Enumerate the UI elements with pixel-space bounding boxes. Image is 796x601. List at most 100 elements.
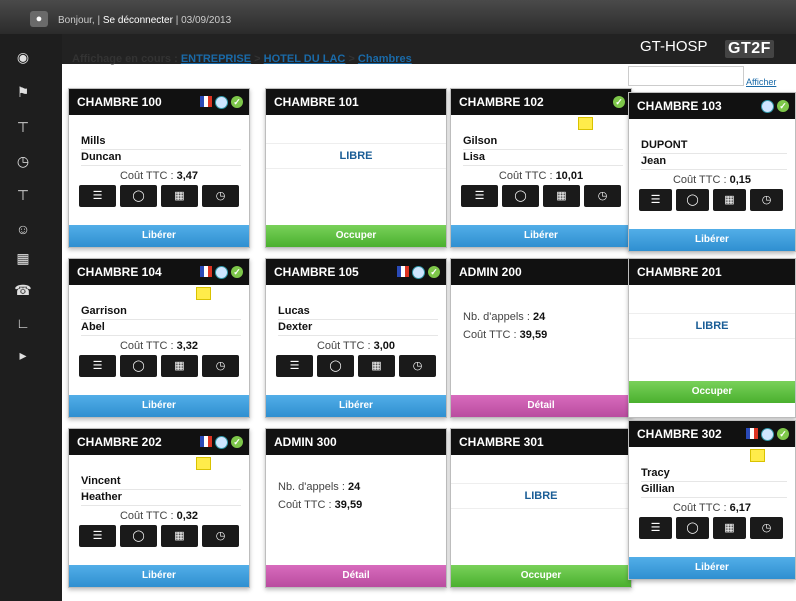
occuper-button[interactable]: Occuper bbox=[451, 565, 631, 587]
coins-icon[interactable]: ◯ bbox=[676, 189, 709, 211]
liberer-button[interactable]: Libérer bbox=[629, 229, 795, 251]
flag-icon bbox=[200, 96, 212, 107]
list-icon[interactable]: ☰ bbox=[276, 355, 313, 377]
check-icon: ✓ bbox=[613, 96, 625, 108]
calendar-icon[interactable]: ▦ bbox=[161, 355, 198, 377]
clock-icon[interactable]: ◷ bbox=[202, 185, 239, 207]
greeting: Bonjour, bbox=[58, 15, 95, 26]
guest-first-name: Duncan bbox=[81, 151, 241, 166]
alarm-icon bbox=[412, 266, 425, 279]
coins-icon[interactable]: ◯ bbox=[317, 355, 354, 377]
room-card-202: CHAMBRE 202 ✓ Vincent Heather Coût TTC :… bbox=[68, 428, 250, 588]
logout-link[interactable]: Se déconnecter bbox=[103, 15, 173, 26]
arrow-icon[interactable]: ▸ bbox=[10, 344, 36, 366]
detail-button[interactable]: Détail bbox=[451, 395, 631, 417]
room-card-201: CHAMBRE 201 LIBRE Occuper bbox=[628, 258, 796, 418]
clock-icon[interactable]: ◷ bbox=[10, 150, 36, 172]
calendar-icon[interactable]: ▦ bbox=[161, 185, 198, 207]
room-card-102: CHAMBRE 102 ✓ Gilson Lisa Coût TTC : 10,… bbox=[450, 88, 632, 248]
cost-line: Coût TTC : 3,47 bbox=[119, 170, 199, 182]
check-icon: ✓ bbox=[231, 96, 243, 108]
breadcrumb-sep: > bbox=[348, 53, 355, 65]
room-card-301: CHAMBRE 301 LIBRE Occuper bbox=[450, 428, 632, 588]
breadcrumb-entreprise[interactable]: ENTREPRISE bbox=[181, 53, 251, 65]
list-icon[interactable]: ☰ bbox=[461, 185, 498, 207]
phone-icon[interactable]: ☎ bbox=[10, 279, 36, 301]
check-icon: ✓ bbox=[231, 436, 243, 448]
clock-icon[interactable]: ◷ bbox=[584, 185, 621, 207]
coins-icon[interactable]: ◯ bbox=[120, 185, 157, 207]
admin-card-200: ADMIN 200 Nb. d'appels : 24 Coût TTC : 3… bbox=[450, 258, 632, 418]
coins-icon[interactable]: ◯ bbox=[120, 525, 157, 547]
top-bar: ● Bonjour, | Se déconnecter | 03/09/2013 bbox=[0, 0, 796, 34]
detail-button[interactable]: Détail bbox=[266, 565, 446, 587]
liberer-button[interactable]: Libérer bbox=[69, 395, 249, 417]
coins-icon[interactable]: ◯ bbox=[120, 355, 157, 377]
flag-icon bbox=[200, 266, 212, 277]
clock-icon[interactable]: ◷ bbox=[750, 517, 783, 539]
breadcrumb-chambres[interactable]: Chambres bbox=[358, 53, 412, 65]
separator: | bbox=[97, 15, 101, 26]
calendar-icon[interactable]: ▦ bbox=[713, 517, 746, 539]
hammer-icon[interactable]: ⊤ bbox=[10, 116, 36, 138]
clock-icon[interactable]: ◷ bbox=[399, 355, 436, 377]
list-icon[interactable]: ☰ bbox=[639, 189, 672, 211]
list-icon[interactable]: ☰ bbox=[79, 355, 116, 377]
liberer-button[interactable]: Libérer bbox=[69, 565, 249, 587]
flag-icon bbox=[397, 266, 409, 277]
clock-icon[interactable]: ◷ bbox=[202, 525, 239, 547]
clock-icon[interactable]: ◷ bbox=[750, 189, 783, 211]
greeting-line: Bonjour, | Se déconnecter | 03/09/2013 bbox=[58, 15, 231, 26]
note-icon[interactable] bbox=[750, 449, 765, 462]
room-card-302: CHAMBRE 302 ✓ Tracy Gillian Coût TTC : 6… bbox=[628, 420, 796, 580]
calendar-icon[interactable]: ▦ bbox=[161, 525, 198, 547]
liberer-button[interactable]: Libérer bbox=[451, 225, 631, 247]
note-icon[interactable] bbox=[196, 287, 211, 300]
flag-icon bbox=[200, 436, 212, 447]
calendar-icon[interactable]: ▦ bbox=[358, 355, 395, 377]
sidebar: ◉ ⚑ ⊤ ◷ ⊤ ☺ ▦ ☎ ∟ ▸ bbox=[0, 34, 62, 601]
room-card-101: CHAMBRE 101 LIBRE Occuper bbox=[265, 88, 447, 248]
list-icon[interactable]: ☰ bbox=[79, 185, 116, 207]
alarm-icon bbox=[215, 96, 228, 109]
coins-icon[interactable]: ◯ bbox=[502, 185, 539, 207]
clock-icon[interactable]: ◷ bbox=[202, 355, 239, 377]
card-header: CHAMBRE 100 ✓ bbox=[69, 89, 249, 115]
breadcrumb-label: Affichage en cours : bbox=[72, 53, 178, 65]
user-icon[interactable]: ☺ bbox=[10, 218, 36, 240]
liberer-button[interactable]: Libérer bbox=[629, 557, 795, 579]
user-icon[interactable]: ● bbox=[30, 11, 48, 27]
occuper-button[interactable]: Occuper bbox=[629, 381, 795, 403]
room-card-104: CHAMBRE 104 ✓ Garrison Abel Coût TTC : 3… bbox=[68, 258, 250, 418]
room-card-100: CHAMBRE 100 ✓ Mills Duncan Coût TTC : 3,… bbox=[68, 88, 250, 248]
alarm-icon bbox=[215, 266, 228, 279]
alarm-icon bbox=[761, 428, 774, 441]
calendar-icon[interactable]: ▦ bbox=[543, 185, 580, 207]
chart-icon[interactable]: ∟ bbox=[10, 312, 36, 334]
check-icon: ✓ bbox=[777, 428, 789, 440]
list-icon[interactable]: ☰ bbox=[79, 525, 116, 547]
note-icon[interactable] bbox=[196, 457, 211, 470]
search-input[interactable] bbox=[628, 66, 744, 86]
occuper-button[interactable]: Occuper bbox=[266, 225, 446, 247]
afficher-button[interactable]: Afficher bbox=[746, 77, 776, 87]
note-icon[interactable] bbox=[578, 117, 593, 130]
breadcrumb-hotel[interactable]: HOTEL DU LAC bbox=[264, 53, 346, 65]
list-icon[interactable]: ☰ bbox=[639, 517, 672, 539]
brand-logo: GT2F bbox=[725, 40, 774, 58]
free-label: LIBRE bbox=[266, 143, 446, 169]
liberer-button[interactable]: Libérer bbox=[69, 225, 249, 247]
flag-icon[interactable]: ⚑ bbox=[10, 81, 36, 103]
breadcrumb-sep: > bbox=[254, 53, 261, 65]
breadcrumb: Affichage en cours : ENTREPRISE > HOTEL … bbox=[72, 53, 412, 65]
calendar-icon[interactable]: ▦ bbox=[713, 189, 746, 211]
liberer-button[interactable]: Libérer bbox=[266, 395, 446, 417]
alarm-icon bbox=[761, 100, 774, 113]
check-icon: ✓ bbox=[777, 100, 789, 112]
building-icon[interactable]: ▦ bbox=[10, 247, 36, 269]
dashboard-icon[interactable]: ◉ bbox=[10, 46, 36, 68]
admin-card-300: ADMIN 300 Nb. d'appels : 24 Coût TTC : 3… bbox=[265, 428, 447, 588]
coins-icon[interactable]: ◯ bbox=[676, 517, 709, 539]
guest-last-name: Mills bbox=[81, 135, 241, 150]
hammer-icon[interactable]: ⊤ bbox=[10, 184, 36, 206]
